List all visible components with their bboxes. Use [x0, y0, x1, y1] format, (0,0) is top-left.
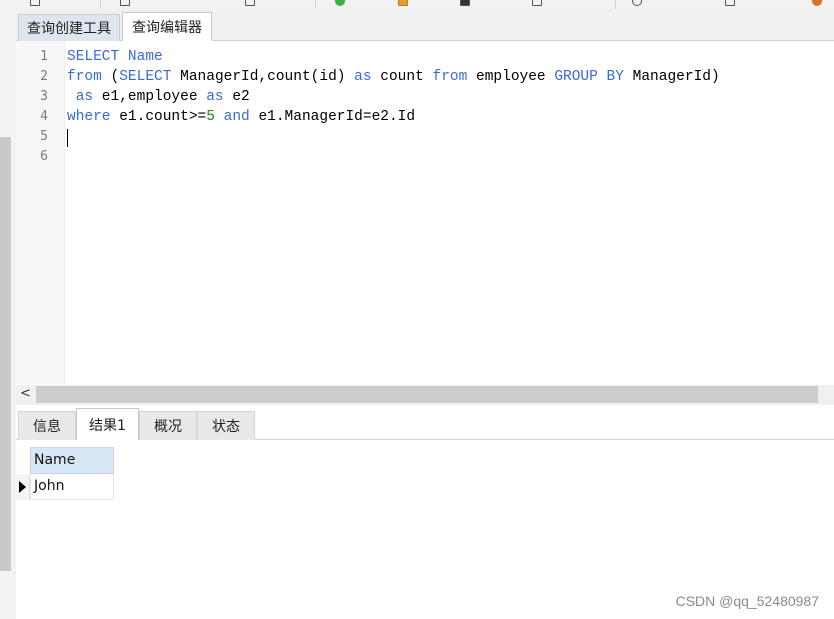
sql-editor[interactable]: 1 2 3 4 5 6 SELECT Name from (SELECT ManagerId…: [16, 41, 834, 384]
square-icon: [245, 0, 255, 6]
tab-result-1[interactable]: 结果1: [76, 408, 139, 440]
line-number: 5: [40, 129, 48, 144]
tab-info[interactable]: 信息: [18, 411, 76, 440]
toolbar-icon-search[interactable]: [632, 0, 642, 7]
left-panel-strip: [0, 9, 16, 619]
toolbar-icon-export[interactable]: [725, 0, 735, 7]
toolbar-icon-more[interactable]: [812, 0, 822, 7]
square-icon: [120, 0, 130, 6]
sql-number: 5: [206, 109, 215, 125]
sql-keyword: GROUP BY: [554, 69, 624, 85]
app-window: 查询创建工具 查询编辑器 123456 SELECT Name from (SEL…: [0, 0, 834, 619]
current-row-arrow-icon: [19, 481, 26, 493]
line-number: 4: [40, 109, 48, 124]
toolbar-icon-1[interactable]: [30, 0, 40, 7]
explain-icon: [460, 0, 470, 6]
watermark: CSDN @qq_52480987: [675, 593, 819, 609]
horizontal-scrollbar[interactable]: <: [16, 385, 834, 405]
more-icon: [812, 0, 822, 6]
code-line[interactable]: where e1.count>=5 and e1.ManagerId=e2.Id: [67, 107, 415, 127]
sql-keyword: from: [67, 69, 102, 85]
result-tab-bar: 信息 结果1 概况 状态: [16, 408, 834, 440]
code-line[interactable]: from (SELECT ManagerId,count(id) as coun…: [67, 67, 720, 87]
toolbar-divider: [315, 0, 316, 9]
sql-token: e2: [223, 89, 250, 105]
toolbar-icon-text[interactable]: [532, 0, 542, 7]
document-icon: [532, 0, 542, 6]
line-number-gutter: 1 2 3 4 5 6: [16, 41, 65, 384]
sql-token: e1.ManagerId=e2.Id: [249, 109, 416, 125]
search-icon: [632, 0, 642, 6]
toolbar-divider: [100, 0, 101, 9]
tab-query-editor[interactable]: 查询编辑器: [122, 12, 212, 41]
scroll-left-icon[interactable]: <: [20, 386, 31, 401]
sql-keyword: as: [354, 69, 372, 85]
sql-keyword: as: [75, 89, 94, 105]
toolbar-icon-run[interactable]: [335, 0, 345, 7]
sql-token: ManagerId,count(id): [171, 69, 355, 85]
line-number: 6: [40, 149, 48, 164]
tab-query-builder[interactable]: 查询创建工具: [18, 14, 120, 41]
sql-token: employee: [467, 69, 555, 85]
export-icon: [725, 0, 735, 6]
sql-token: ManagerId): [623, 69, 720, 85]
tab-profile[interactable]: 概况: [139, 411, 197, 440]
toolbar: [0, 0, 834, 9]
sql-keyword: and: [223, 109, 250, 125]
sql-token: e1,employee: [93, 89, 207, 105]
table-cell[interactable]: John: [30, 474, 114, 500]
sql-token: (: [101, 69, 120, 85]
line-number: 3: [40, 89, 48, 104]
text-caret: [67, 129, 68, 147]
stop-icon: [398, 0, 408, 6]
toolbar-icon-3[interactable]: [245, 0, 255, 7]
row-selector[interactable]: [16, 474, 30, 500]
toolbar-icon-explain[interactable]: [460, 0, 470, 7]
sql-keyword: SELECT Name: [67, 49, 163, 65]
code-line[interactable]: as e1,employee as e2: [67, 87, 250, 107]
toolbar-icon-2[interactable]: [120, 0, 130, 7]
run-icon: [335, 0, 345, 6]
toolbar-divider: [615, 0, 616, 9]
toolbar-icon-stop[interactable]: [398, 0, 408, 7]
horizontal-scrollbar-thumb[interactable]: [36, 386, 818, 403]
sql-token: count: [371, 69, 433, 85]
code-line[interactable]: SELECT Name: [67, 47, 163, 67]
tab-status[interactable]: 状态: [197, 411, 255, 440]
sql-keyword: from: [432, 69, 468, 85]
vertical-scrollbar-thumb[interactable]: [0, 137, 11, 571]
sql-keyword: SELECT: [119, 69, 172, 85]
sql-keyword: where: [67, 109, 111, 125]
editor-tab-bar: 查询创建工具 查询编辑器: [16, 9, 834, 41]
line-number: 2: [40, 69, 48, 84]
line-number: 1: [40, 49, 48, 64]
sql-token: e1.count>=: [110, 109, 207, 125]
sql-keyword: as: [206, 89, 224, 105]
column-header-name[interactable]: Name: [30, 447, 114, 474]
square-icon: [30, 0, 40, 6]
